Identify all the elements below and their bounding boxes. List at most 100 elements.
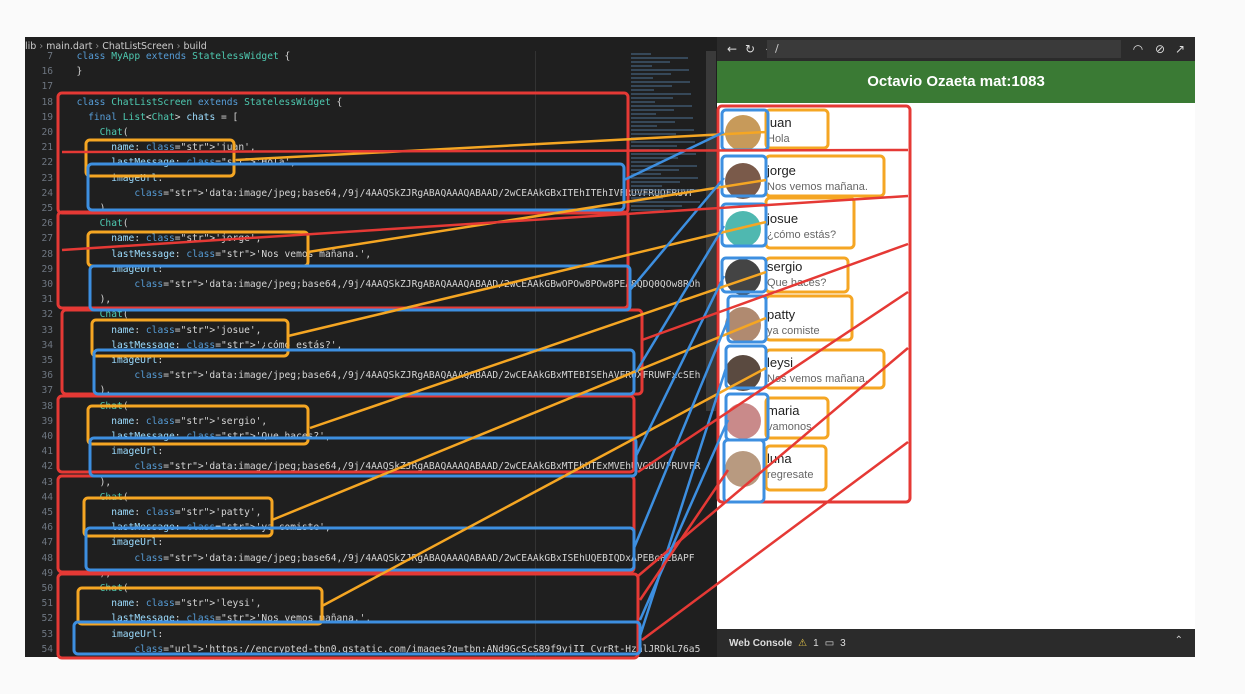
code-line[interactable]: class="str">'data:image/jpeg;base64,/9j/… <box>65 188 694 199</box>
line-number: 50 <box>41 583 53 594</box>
minimap-line <box>631 161 660 163</box>
app-bar-title: Octavio Ozaeta mat:1083 <box>717 61 1195 103</box>
avatar <box>725 403 761 439</box>
code-line[interactable]: Chat( <box>65 127 129 138</box>
web-console-bar[interactable]: Web Console ⚠ 1 ▭ 3 ⌃ <box>717 629 1195 657</box>
chat-name: leysi <box>767 355 794 370</box>
open-external-icon[interactable]: ↗ <box>1171 42 1189 56</box>
minimap-line <box>631 73 671 75</box>
chevron-up-icon[interactable]: ⌃ <box>1175 635 1183 646</box>
editor-ruler <box>535 51 536 657</box>
screenshot-area: lib › main.dart › ChatListScreen › build 7 cla… <box>25 37 1195 657</box>
chat-list-item[interactable]: juan Hola <box>717 109 917 157</box>
chat-list-item[interactable]: sergio Que haces? <box>717 253 917 301</box>
chat-last-message: regresate <box>767 469 814 481</box>
line-number: 35 <box>41 355 53 366</box>
chat-last-message: Nos vemos mañana. <box>767 181 868 193</box>
code-line[interactable]: lastMessage: class="str">'¿cómo estás?', <box>65 340 342 351</box>
minimap-line <box>631 177 698 179</box>
chat-list-item[interactable]: jorge Nos vemos mañana. <box>717 157 917 205</box>
line-number: 49 <box>41 567 53 579</box>
back-icon[interactable]: ← <box>723 42 741 56</box>
code-editor[interactable]: lib › main.dart › ChatListScreen › build 7 cla… <box>25 37 717 657</box>
minimap-line <box>631 109 674 111</box>
code-line[interactable]: ), <box>65 568 112 579</box>
link-icon[interactable]: ⊘ <box>1151 42 1169 56</box>
chat-list-item[interactable]: leysi Nos vemos mañana. <box>717 349 917 397</box>
code-line[interactable]: imageUrl: <box>65 355 163 366</box>
minimap-line <box>631 117 693 119</box>
chat-list-item[interactable]: luna regresate <box>717 445 917 493</box>
warning-icon: ⚠ <box>798 637 808 649</box>
code-line[interactable]: Chat( <box>65 309 129 320</box>
breadcrumb-item[interactable]: main.dart <box>46 41 92 52</box>
code-line[interactable]: lastMessage: class="str">'Nos vemos maña… <box>65 249 371 260</box>
avatar <box>725 211 761 247</box>
code-line[interactable]: final List<Chat> chats = [ <box>65 112 238 123</box>
code-line[interactable]: ), <box>65 203 112 214</box>
code-line[interactable]: name: class="str">'sergio', <box>65 416 267 427</box>
line-number: 44 <box>41 491 53 503</box>
minimap-line <box>631 113 656 115</box>
minimap-line <box>631 169 679 171</box>
code-line[interactable]: ), <box>65 477 112 488</box>
line-number: 51 <box>41 598 53 610</box>
code-line[interactable]: class="str">'data:image/jpeg;base64,/9j/… <box>65 553 694 564</box>
code-line[interactable]: ), <box>65 385 112 396</box>
code-line[interactable]: imageUrl: <box>65 264 163 275</box>
code-line[interactable]: } <box>65 66 83 77</box>
minimap-line <box>631 185 662 187</box>
code-line[interactable]: Chat( <box>65 218 129 229</box>
line-number: 28 <box>41 248 53 260</box>
chat-list-item[interactable]: josue ¿cómo estás? <box>717 205 917 253</box>
avatar <box>725 307 761 343</box>
chat-list-item[interactable]: patty ya comiste <box>717 301 917 349</box>
code-line[interactable]: name: class="str">'patty', <box>65 507 261 518</box>
code-line[interactable]: lastMessage: class="str">'Hola', <box>65 157 296 168</box>
avatar <box>725 355 761 391</box>
reload-icon[interactable]: ↻ <box>741 42 759 56</box>
minimap-line <box>631 197 663 199</box>
line-number: 43 <box>41 476 53 488</box>
code-line[interactable]: class="str">'data:image/jpeg;base64,/9j/… <box>65 370 700 381</box>
code-line[interactable]: class="str">'data:image/jpeg;base64,/9j/… <box>65 461 700 472</box>
line-number: 42 <box>41 461 53 473</box>
minimap-line <box>631 65 652 67</box>
code-line[interactable]: lastMessage: class="str">'Que haces?', <box>65 431 331 442</box>
code-line[interactable]: ), <box>65 294 112 305</box>
code-line[interactable]: name: class="str">'josue', <box>65 325 261 336</box>
code-line[interactable]: imageUrl: <box>65 537 163 548</box>
line-number: 54 <box>41 643 53 655</box>
code-line[interactable]: class="str">'data:image/jpeg;base64,/9j/… <box>65 279 700 290</box>
chat-name: patty <box>767 307 796 322</box>
gauge-icon[interactable]: ◠ <box>1129 42 1147 56</box>
breadcrumb-item[interactable]: build <box>183 41 206 52</box>
line-number: 29 <box>41 263 53 275</box>
breadcrumb-item[interactable]: lib <box>25 41 36 52</box>
line-number: 24 <box>41 187 53 199</box>
code-line[interactable]: lastMessage: class="str">'ya comiste', <box>65 522 331 533</box>
minimap-line <box>631 157 678 159</box>
code-line[interactable]: class MyApp extends StatelessWidget { <box>65 51 291 62</box>
minimap-line <box>631 201 700 203</box>
code-line[interactable]: Chat( <box>65 492 129 503</box>
breadcrumb-item[interactable]: ChatListScreen <box>102 41 173 52</box>
line-number: 23 <box>41 172 53 184</box>
chat-last-message: vamonos <box>767 421 812 433</box>
code-line[interactable]: name: class="str">'juan', <box>65 142 255 153</box>
code-line[interactable]: lastMessage: class="str">'Nos vemos maña… <box>65 613 371 624</box>
minimap[interactable] <box>631 51 711 241</box>
code-line[interactable]: class ChatListScreen extends StatelessWi… <box>65 97 343 108</box>
code-line[interactable]: Chat( <box>65 583 129 594</box>
chat-list-item[interactable]: maria vamonos <box>717 397 917 445</box>
editor-scrollbar[interactable] <box>706 51 716 411</box>
code-line[interactable]: name: class="str">'leysi', <box>65 598 261 609</box>
url-input[interactable]: / <box>767 40 1121 58</box>
code-line[interactable]: Chat( <box>65 401 129 412</box>
code-line[interactable]: imageUrl: <box>65 173 163 184</box>
code-line[interactable]: imageUrl: <box>65 446 163 457</box>
code-line[interactable]: class="url">'https://encrypted-tbn0.gsta… <box>65 644 700 655</box>
line-number: 33 <box>41 324 53 336</box>
code-line[interactable]: imageUrl: <box>65 629 163 640</box>
code-line[interactable]: name: class="str">'jorge', <box>65 233 261 244</box>
